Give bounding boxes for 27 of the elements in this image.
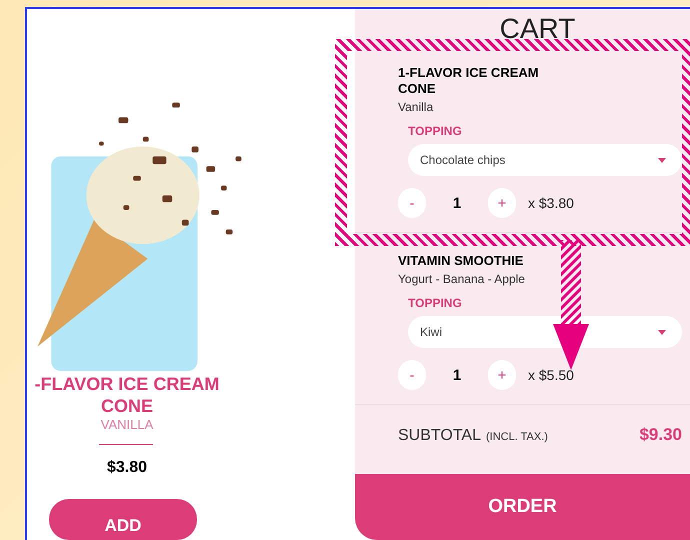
decrease-button[interactable]: - bbox=[398, 360, 426, 390]
caret-icon bbox=[658, 330, 666, 334]
topping-label: TOPPING bbox=[408, 124, 463, 138]
topping-label: TOPPING bbox=[408, 296, 463, 310]
item-detail: Yogurt - Banana - Apple bbox=[398, 272, 526, 286]
increase-button[interactable]: + bbox=[488, 360, 516, 390]
cart-title: CART bbox=[498, 13, 576, 45]
product-price: $3.80 bbox=[106, 458, 148, 477]
item-name: 1-FLAVOR ICE CREAM CONE bbox=[398, 65, 540, 97]
decrease-button[interactable]: - bbox=[398, 188, 426, 218]
subtotal-note: (INCL. TAX.) bbox=[486, 431, 548, 443]
topping-dropdown[interactable]: Kiwi bbox=[408, 316, 682, 348]
quantity-value: 1 bbox=[452, 194, 462, 212]
topping-dropdown[interactable]: Chocolate chips bbox=[408, 144, 682, 176]
order-button[interactable]: ORDER bbox=[355, 474, 690, 540]
item-name: VITAMIN SMOOTHIE bbox=[398, 253, 524, 269]
subtotal-label: SUBTOTAL bbox=[398, 427, 481, 445]
unit-price: x $3.80 bbox=[528, 195, 574, 211]
product-title: -FLAVOR ICE CREAM CONE bbox=[34, 372, 220, 417]
add-button[interactable]: ADD bbox=[49, 498, 197, 540]
quantity-value: 1 bbox=[452, 366, 462, 384]
unit-price: x $5.50 bbox=[528, 367, 574, 383]
increase-button[interactable]: + bbox=[488, 188, 516, 218]
caret-icon bbox=[658, 158, 666, 162]
item-detail: Vanilla bbox=[398, 100, 434, 114]
subtotal-value: $9.30 bbox=[639, 425, 682, 445]
product-flavor: VANILLA bbox=[100, 416, 154, 432]
